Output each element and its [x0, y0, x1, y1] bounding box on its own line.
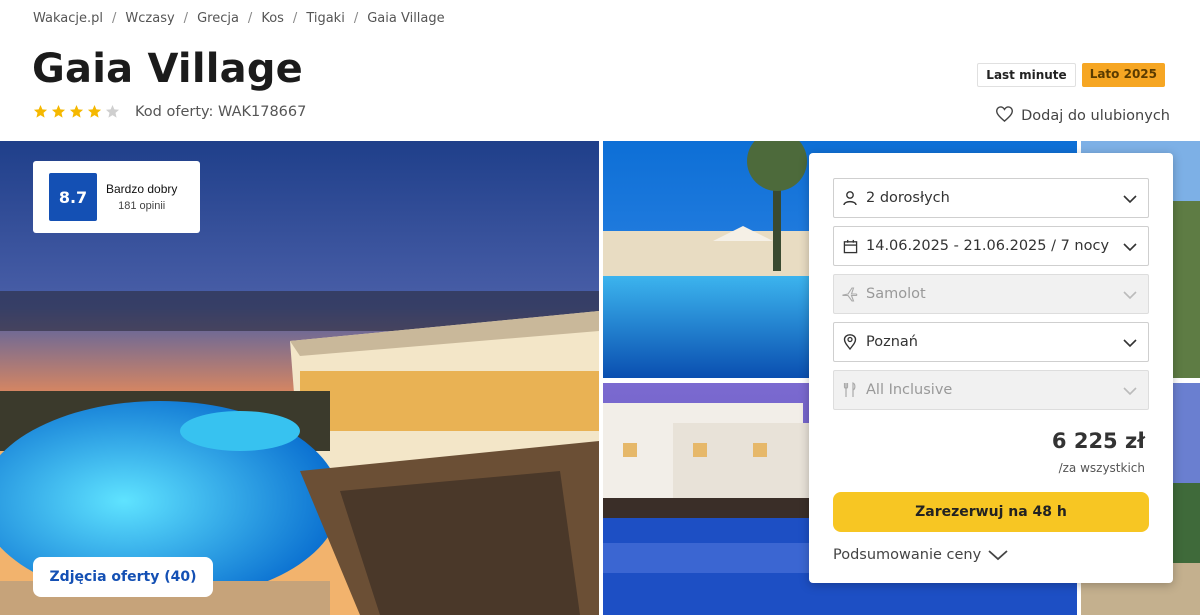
breadcrumb-separator: /	[292, 11, 298, 26]
star-icon	[105, 104, 120, 118]
travelers-value: 2 dorosłych	[866, 190, 950, 206]
last-minute-badge: Last minute	[977, 63, 1076, 87]
board-select: All Inclusive	[833, 370, 1149, 410]
breadcrumb-item[interactable]: Wczasy	[125, 11, 174, 26]
cutlery-icon	[842, 382, 858, 398]
breadcrumb-item[interactable]: Grecja	[197, 11, 239, 26]
star-icon	[87, 104, 102, 118]
photos-button[interactable]: Zdjęcia oferty (40)	[33, 557, 213, 597]
breadcrumb-item[interactable]: Wakacje.pl	[33, 11, 103, 26]
calendar-icon	[842, 238, 858, 254]
breadcrumb-current: Gaia Village	[367, 11, 445, 26]
price-summary-label: Podsumowanie ceny	[833, 547, 982, 563]
star-icon	[69, 104, 84, 118]
plane-icon	[842, 286, 858, 302]
season-badge: Lato 2025	[1081, 63, 1165, 87]
chevron-down-icon	[1123, 291, 1137, 300]
rating-label: Bardzo dobry	[106, 182, 178, 196]
board-value: All Inclusive	[866, 382, 953, 398]
chevron-down-icon	[1123, 243, 1137, 252]
rating-card[interactable]: 8.7 Bardzo dobry 181 opinii	[33, 161, 200, 233]
breadcrumb-separator: /	[247, 11, 253, 26]
star-icon	[33, 104, 48, 118]
breadcrumb-item[interactable]: Tigaki	[306, 11, 345, 26]
booking-panel: 2 dorosłych 14.06.2025 - 21.06.2025 / 7 …	[809, 153, 1173, 583]
add-to-favorites-button[interactable]: Dodaj do ulubionych	[996, 106, 1170, 126]
breadcrumb: Wakacje.pl / Wczasy / Grecja / Kos / Tigaki /…	[33, 11, 445, 26]
book-button[interactable]: Zarezerwuj na 48 h	[833, 492, 1149, 532]
departure-value: Poznań	[866, 334, 918, 350]
review-count: 181 opinii	[118, 200, 166, 212]
transport-value: Samolot	[866, 286, 926, 302]
badge-group: Last minute Lato 2025	[977, 63, 1165, 87]
travelers-select[interactable]: 2 dorosłych	[833, 178, 1149, 218]
chevron-down-icon	[1123, 195, 1137, 204]
user-icon	[842, 190, 858, 206]
chevron-down-icon	[1123, 387, 1137, 396]
page-title: Gaia Village	[32, 46, 303, 92]
total-price: 6 225 zł	[1051, 429, 1145, 453]
location-pin-icon	[842, 334, 858, 350]
dates-value: 14.06.2025 - 21.06.2025 / 7 nocy	[866, 238, 1110, 254]
departure-select[interactable]: Poznań	[833, 322, 1149, 362]
dates-select[interactable]: 14.06.2025 - 21.06.2025 / 7 nocy	[833, 226, 1149, 266]
breadcrumb-separator: /	[183, 11, 189, 26]
offer-code: Kod oferty: WAK178667	[135, 104, 307, 120]
breadcrumb-item[interactable]: Kos	[261, 11, 284, 26]
star-rating	[33, 104, 120, 119]
rating-score: 8.7	[49, 173, 97, 221]
heart-icon	[996, 106, 1014, 126]
add-to-favorites-label: Dodaj do ulubionych	[1021, 108, 1170, 124]
breadcrumb-separator: /	[112, 11, 117, 26]
breadcrumb-separator: /	[353, 11, 359, 26]
price-summary-toggle[interactable]: Podsumowanie ceny	[833, 547, 1009, 563]
price-note: /za wszystkich	[1058, 461, 1145, 475]
chevron-down-icon	[988, 550, 1008, 561]
star-icon	[51, 104, 66, 118]
transport-select: Samolot	[833, 274, 1149, 314]
main-photo[interactable]: 8.7 Bardzo dobry 181 opinii Zdjęcia ofer…	[0, 141, 599, 615]
chevron-down-icon	[1123, 339, 1137, 348]
